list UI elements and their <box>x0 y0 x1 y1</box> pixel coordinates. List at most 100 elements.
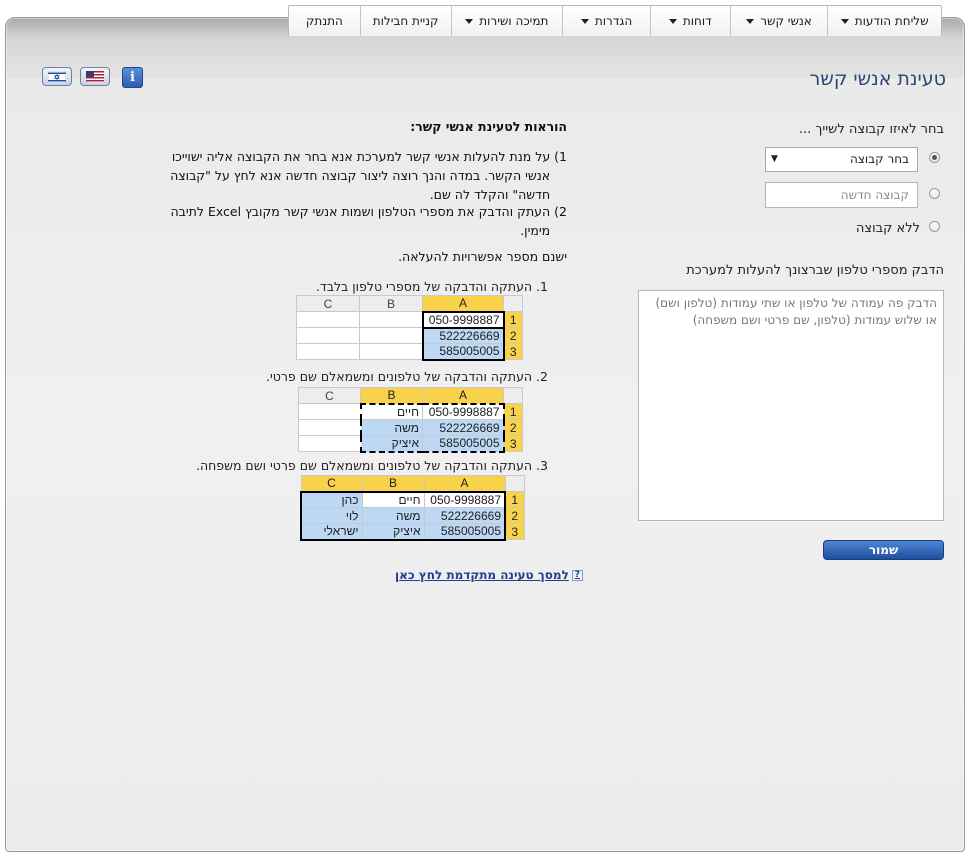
instruction-step-1: 1) על מנת להעלות אנשי קשר למערכת אנא בחר… <box>147 147 567 204</box>
nav-label: קניית חבילות <box>372 14 439 28</box>
nav-label: התנתק <box>305 14 343 28</box>
col-header: C <box>300 475 363 492</box>
first-name-cell: איציק <box>361 523 425 541</box>
col-header: A <box>422 387 504 404</box>
info-icon[interactable]: i <box>122 67 143 88</box>
radio-no-group[interactable] <box>929 221 940 232</box>
chevron-down-icon <box>668 18 677 24</box>
chevron-down-icon <box>840 18 849 24</box>
col-header: A <box>423 475 506 492</box>
us-flag-icon <box>86 70 104 83</box>
nav-reports[interactable]: דוחות <box>649 6 730 36</box>
group-assign-label: בחר לאיזו קבוצה לשייך ... <box>798 122 944 137</box>
step-number: 1) <box>554 149 567 164</box>
phone-cell: 585005005 <box>421 343 505 361</box>
phone-cell: 522226669 <box>421 327 505 344</box>
language-english-button[interactable] <box>80 67 110 86</box>
last-name-cell: לוי <box>300 507 363 524</box>
corner-cell <box>503 387 523 404</box>
first-name-cell: חיים <box>359 402 423 420</box>
row-number: 3 <box>504 523 525 540</box>
radio-select-group[interactable] <box>929 152 940 163</box>
instructions-title: הוראות לטעינת אנשי קשר: <box>410 119 567 134</box>
phone-cell: 050-9998887 <box>421 310 505 329</box>
empty-cell <box>296 327 360 344</box>
excel-example-full-names: C B A כהן חיים 050-9998887 1 לוי משה 522… <box>300 475 525 541</box>
save-button[interactable]: שמור <box>823 540 944 560</box>
nav-label: הגדרות <box>594 14 633 28</box>
dropdown-arrow-icon: ▼ <box>771 154 778 164</box>
col-header: C <box>296 295 360 312</box>
group-select-value: בחר קבוצה <box>849 152 909 166</box>
help-icon[interactable]: ? <box>571 569 583 581</box>
empty-cell <box>296 343 360 360</box>
excel-example-phones-first-names: C B A חיים 050-9998887 1 משה 522226669 2… <box>298 387 523 453</box>
nav-support[interactable]: תמיכה ושירות <box>450 6 563 36</box>
col-header: B <box>360 387 423 404</box>
row-number: 2 <box>504 507 525 524</box>
row-number: 2 <box>503 327 523 344</box>
last-name-cell: ישראלי <box>300 523 363 541</box>
instruction-step-2: 2) העתק והדבק את מספרי הטלפון ושמות אנשי… <box>147 202 567 240</box>
last-name-cell: כהן <box>300 490 363 508</box>
step-number: 2) <box>554 204 567 219</box>
phone-cell: 050-9998887 <box>423 490 506 508</box>
nav-contacts[interactable]: אנשי קשר <box>729 6 828 36</box>
nav-send-messages[interactable]: שליחת הודעות <box>827 6 941 36</box>
option-3-label: 3. העתקה והדבקה של טלפונים ומשמאלם שם פר… <box>196 458 548 473</box>
row-number: 3 <box>503 435 523 452</box>
radio-new-group[interactable] <box>929 188 940 199</box>
phone-cell: 522226669 <box>423 507 506 524</box>
phone-cell: 585005005 <box>423 523 506 541</box>
new-group-input[interactable] <box>765 182 918 208</box>
chevron-down-icon <box>746 18 755 24</box>
nav-settings[interactable]: הגדרות <box>562 6 650 36</box>
empty-cell <box>359 311 423 328</box>
options-intro: ישנם מספר אפשרויות להעלאה. <box>398 249 567 264</box>
advanced-load-link-text[interactable]: למסך טעינה מתקדמת לחץ כאן <box>395 568 569 582</box>
col-header: C <box>298 387 361 404</box>
col-header: B <box>361 475 425 492</box>
language-hebrew-button[interactable] <box>42 67 72 86</box>
col-header: B <box>359 295 423 312</box>
empty-cell <box>298 435 361 452</box>
chevron-down-icon <box>465 18 474 24</box>
excel-example-phones: C B A 050-9998887 1 522226669 2 58500500… <box>296 295 523 361</box>
nav-logout[interactable]: התנתק <box>289 6 360 36</box>
row-number: 1 <box>503 403 523 420</box>
empty-cell <box>359 327 423 344</box>
empty-cell <box>298 419 361 436</box>
group-select[interactable]: בחר קבוצה ▼ <box>765 147 918 172</box>
nav-label: אנשי קשר <box>760 14 812 28</box>
row-number: 3 <box>503 343 523 360</box>
no-group-label: ללא קבוצה <box>855 221 920 236</box>
option-2-label: 2. העתקה והדבקה של טלפונים ומשמאלם שם פר… <box>265 369 548 384</box>
corner-cell <box>504 475 525 492</box>
israel-flag-icon <box>48 70 66 83</box>
step-text: על מנת להעלות אנשי קשר למערכת אנא בחר את… <box>170 149 551 202</box>
first-name-cell: משה <box>361 507 425 524</box>
empty-cell <box>298 403 361 420</box>
row-number: 1 <box>504 491 525 508</box>
paste-phones-label: הדבק מספרי טלפון שברצונך להעלות למערכת <box>686 263 944 278</box>
empty-cell <box>359 343 423 360</box>
step-text: העתק והדבק את מספרי הטלפון ושמות אנשי קש… <box>170 204 551 238</box>
first-name-cell: חיים <box>361 490 425 508</box>
phones-textarea[interactable] <box>638 290 944 521</box>
row-number: 2 <box>503 419 523 436</box>
page-title: טעינת אנשי קשר <box>809 68 946 90</box>
nav-buy-packages[interactable]: קניית חבילות <box>359 6 451 36</box>
corner-cell <box>503 295 523 312</box>
col-header: A <box>422 295 504 312</box>
phone-cell: 050-9998887 <box>422 402 505 420</box>
option-1-label: 1. העתקה והדבקה של מספרי טלפון בלבד. <box>315 279 548 294</box>
row-number: 1 <box>503 311 523 328</box>
empty-cell <box>296 311 360 328</box>
top-navigation: שליחת הודעות אנשי קשר דוחות הגדרות תמיכה… <box>288 5 942 36</box>
advanced-load-link[interactable]: ? למסך טעינה מתקדמת לחץ כאן <box>395 568 583 582</box>
nav-label: דוחות <box>682 14 712 28</box>
first-name-cell: איציק <box>359 435 423 453</box>
chevron-down-icon <box>580 18 589 24</box>
phone-cell: 585005005 <box>422 435 505 453</box>
phone-cell: 522226669 <box>422 419 505 436</box>
